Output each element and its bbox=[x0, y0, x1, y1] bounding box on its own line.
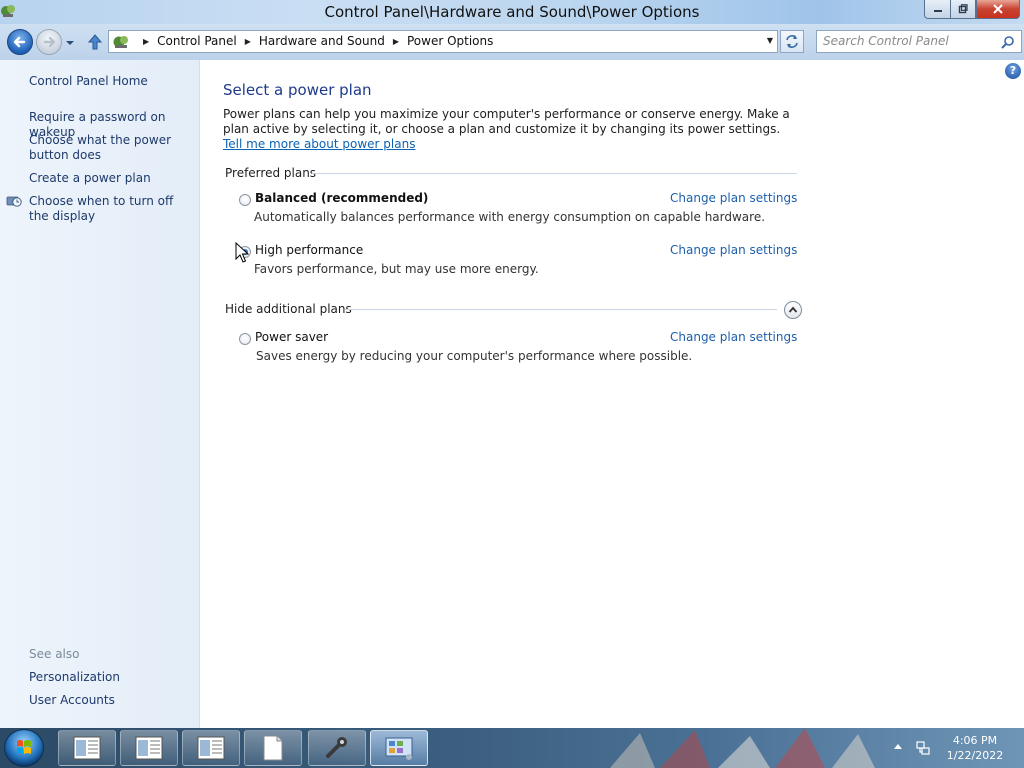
mouse-cursor-icon bbox=[235, 242, 249, 263]
see-also-heading: See also bbox=[29, 647, 80, 661]
control-panel-icon bbox=[113, 36, 128, 48]
system-clock[interactable]: 4:06 PM 1/22/2022 bbox=[940, 733, 1010, 763]
high-performance-plan-name[interactable]: High performance bbox=[255, 243, 363, 257]
breadcrumb-separator-icon[interactable]: ▶ bbox=[393, 37, 399, 46]
balanced-plan-radio[interactable] bbox=[239, 194, 251, 206]
divider bbox=[345, 309, 777, 310]
divider bbox=[312, 173, 797, 174]
network-icon[interactable] bbox=[915, 740, 931, 756]
forward-button[interactable] bbox=[36, 29, 62, 55]
clock-time: 4:06 PM bbox=[952, 734, 998, 747]
document-window-icon bbox=[197, 736, 225, 760]
breadcrumb: ▶ Control Panel ▶ Hardware and Sound ▶ P… bbox=[135, 34, 493, 48]
breadcrumb-hardware-and-sound[interactable]: Hardware and Sound bbox=[259, 34, 385, 48]
taskbar-item-tools[interactable] bbox=[308, 730, 366, 766]
search-icon[interactable] bbox=[1001, 35, 1015, 49]
wallpaper-art bbox=[610, 728, 875, 768]
window-controls bbox=[924, 0, 1020, 19]
left-navigation-pane: Control Panel Home Require a password on… bbox=[0, 60, 200, 728]
power-button-link[interactable]: Choose what the power button does bbox=[29, 133, 197, 163]
user-accounts-link[interactable]: User Accounts bbox=[29, 693, 115, 708]
taskbar-item-document-3[interactable] bbox=[182, 730, 240, 766]
restore-button[interactable] bbox=[950, 0, 976, 19]
address-bar[interactable]: ▶ Control Panel ▶ Hardware and Sound ▶ P… bbox=[108, 30, 778, 53]
restore-icon bbox=[958, 4, 968, 14]
breadcrumb-separator-icon[interactable]: ▶ bbox=[245, 37, 251, 46]
control-panel-home-link[interactable]: Control Panel Home bbox=[29, 74, 148, 89]
show-hidden-icons-icon[interactable] bbox=[893, 742, 903, 750]
close-icon bbox=[993, 4, 1003, 14]
recent-pages-dropdown[interactable] bbox=[64, 38, 76, 48]
tell-me-more-link[interactable]: Tell me more about power plans bbox=[223, 137, 415, 151]
wrench-icon bbox=[326, 737, 347, 758]
control-panel-window-icon bbox=[385, 737, 413, 760]
refresh-button[interactable] bbox=[780, 30, 804, 53]
hide-additional-plans-header[interactable]: Hide additional plans bbox=[225, 302, 352, 316]
refresh-icon bbox=[786, 35, 798, 48]
high-performance-plan-description: Favors performance, but may use more ene… bbox=[254, 262, 539, 276]
blank-page-icon bbox=[263, 735, 283, 761]
intro-text: Power plans can help you maximize your c… bbox=[223, 107, 803, 152]
document-window-icon bbox=[73, 736, 101, 760]
back-arrow-icon bbox=[13, 36, 26, 48]
breadcrumb-power-options[interactable]: Power Options bbox=[407, 34, 493, 48]
minimize-button[interactable] bbox=[924, 0, 950, 19]
search-box[interactable] bbox=[816, 30, 1022, 53]
high-performance-change-settings-link[interactable]: Change plan settings bbox=[670, 243, 797, 257]
balanced-plan-name[interactable]: Balanced (recommended) bbox=[255, 191, 428, 205]
create-power-plan-link[interactable]: Create a power plan bbox=[29, 171, 151, 186]
back-button[interactable] bbox=[7, 29, 33, 55]
chevron-up-icon bbox=[788, 306, 798, 313]
title-bar: Control Panel\Hardware and Sound\Power O… bbox=[0, 0, 1024, 24]
up-arrow-icon[interactable] bbox=[86, 33, 104, 51]
preferred-plans-header: Preferred plans bbox=[225, 166, 317, 180]
document-window-icon bbox=[135, 736, 163, 760]
search-input[interactable] bbox=[823, 34, 993, 48]
power-saver-plan-name[interactable]: Power saver bbox=[255, 330, 328, 344]
breadcrumb-control-panel[interactable]: Control Panel bbox=[157, 34, 237, 48]
display-clock-icon bbox=[6, 196, 22, 207]
taskbar: 4:06 PM 1/22/2022 bbox=[0, 728, 1024, 768]
power-saver-change-settings-link[interactable]: Change plan settings bbox=[670, 330, 797, 344]
navigation-bar: ▶ Control Panel ▶ Hardware and Sound ▶ P… bbox=[0, 24, 1024, 60]
balanced-plan-description: Automatically balances performance with … bbox=[254, 210, 766, 224]
taskbar-item-document-2[interactable] bbox=[120, 730, 178, 766]
main-content: ? Select a power plan Power plans can he… bbox=[200, 60, 1024, 728]
help-icon[interactable]: ? bbox=[1005, 63, 1021, 79]
turn-off-display-link[interactable]: Choose when to turn off the display bbox=[29, 194, 189, 224]
personalization-link[interactable]: Personalization bbox=[29, 670, 120, 685]
window-title: Control Panel\Hardware and Sound\Power O… bbox=[324, 3, 700, 21]
taskbar-item-document-1[interactable] bbox=[58, 730, 116, 766]
power-saver-plan-radio[interactable] bbox=[239, 333, 251, 345]
balanced-change-settings-link[interactable]: Change plan settings bbox=[670, 191, 797, 205]
taskbar-item-control-panel[interactable] bbox=[370, 730, 428, 766]
minimize-icon bbox=[933, 10, 942, 12]
forward-arrow-icon bbox=[43, 36, 56, 48]
collapse-button[interactable] bbox=[784, 301, 802, 319]
breadcrumb-separator-icon[interactable]: ▶ bbox=[143, 37, 149, 46]
page-title: Select a power plan bbox=[223, 81, 372, 99]
close-button[interactable] bbox=[976, 0, 1020, 19]
windows-start-icon bbox=[17, 740, 31, 754]
start-button[interactable] bbox=[4, 729, 44, 767]
clock-date: 1/22/2022 bbox=[946, 749, 1004, 762]
taskbar-item-blank-document[interactable] bbox=[244, 730, 302, 766]
address-dropdown-icon[interactable]: ▼ bbox=[767, 36, 773, 45]
intro-description: Power plans can help you maximize your c… bbox=[223, 107, 790, 136]
power-saver-plan-description: Saves energy by reducing your computer's… bbox=[256, 349, 693, 363]
